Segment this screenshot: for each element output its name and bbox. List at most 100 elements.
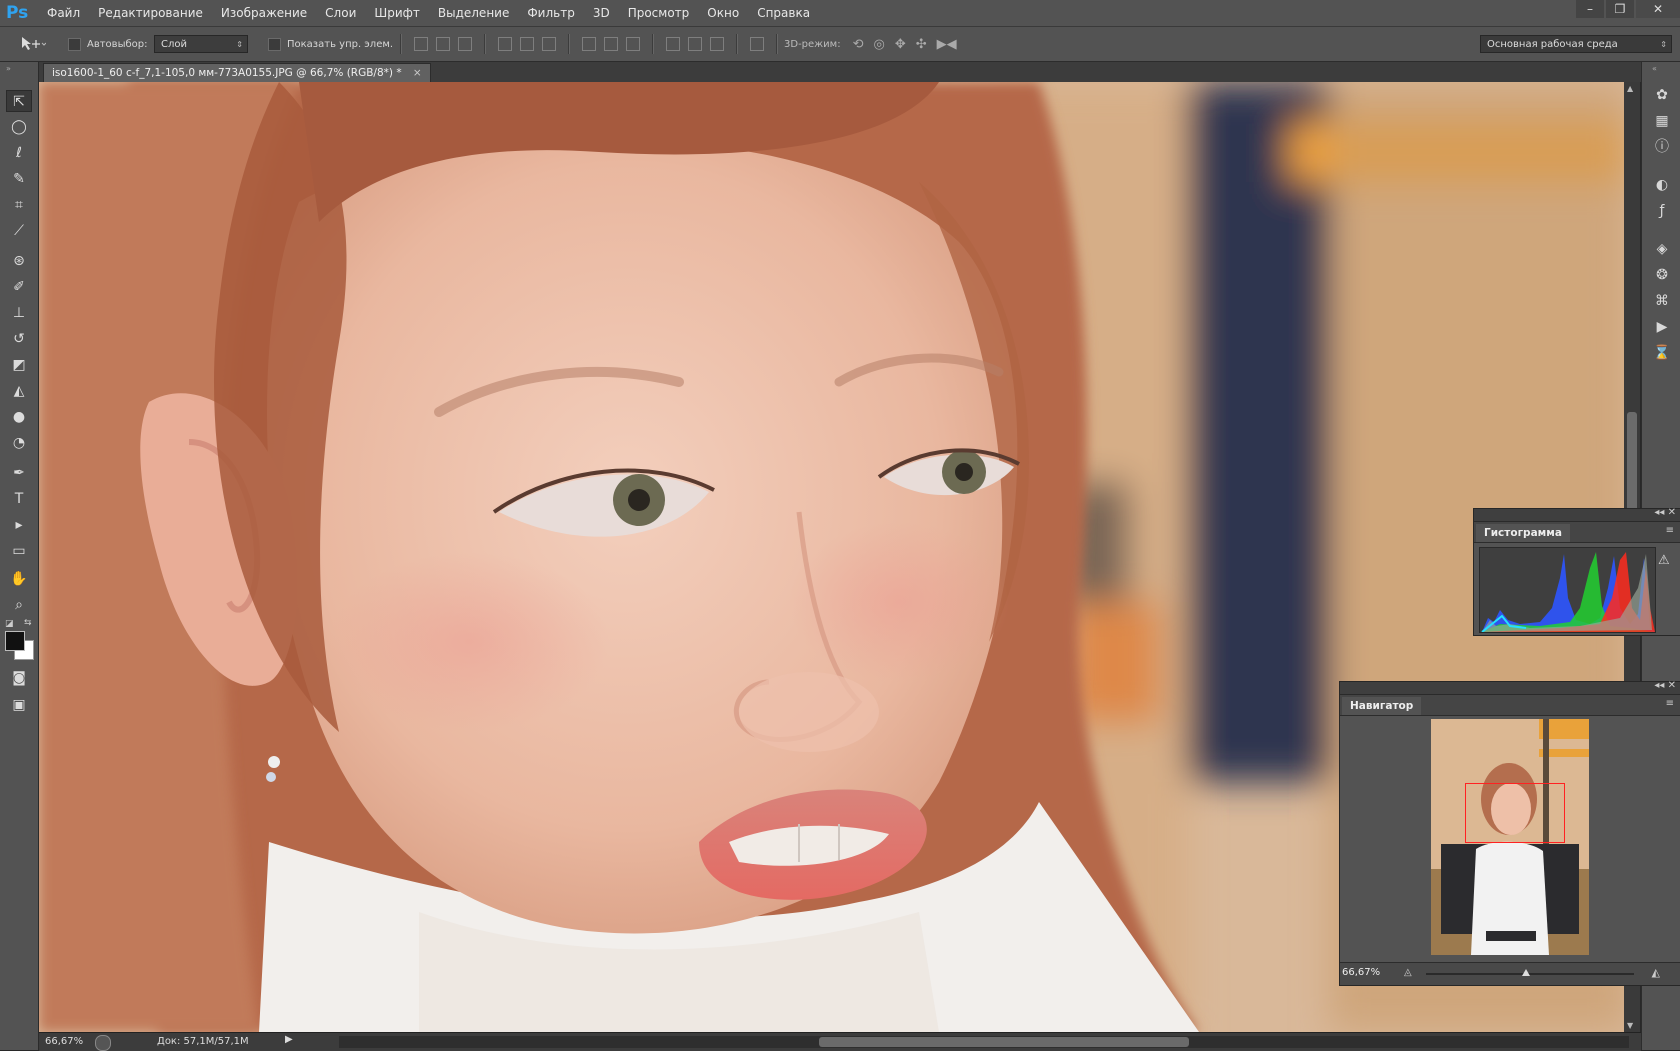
tool-lasso[interactable]: ℓ <box>6 142 32 164</box>
navigator-zoom-slider[interactable] <box>1426 969 1634 976</box>
navigator-view-box[interactable] <box>1465 783 1565 843</box>
menu-file[interactable]: Файл <box>38 0 89 26</box>
dock-swatches[interactable]: ▦ <box>1651 110 1673 132</box>
panel-titlebar[interactable]: ◂◂ ✕ <box>1340 680 1680 695</box>
align-top-icon[interactable] <box>414 37 428 51</box>
menu-filter[interactable]: Фильтр <box>518 0 583 26</box>
foreground-color-swatch[interactable] <box>5 631 25 651</box>
align-right-icon[interactable] <box>542 37 556 51</box>
panel-menu-icon[interactable]: ≡ <box>1666 698 1674 709</box>
dock-paths[interactable]: ⌘ <box>1651 290 1673 312</box>
distribute-bottom-icon[interactable] <box>626 37 640 51</box>
tool-move[interactable]: ⇱ <box>6 90 32 112</box>
distribute-top-icon[interactable] <box>582 37 596 51</box>
tool-brush[interactable]: ✐ <box>6 276 32 298</box>
navigator-tab[interactable]: Навигатор <box>1342 697 1422 715</box>
autoselect-checkbox[interactable] <box>68 37 81 51</box>
horizontal-scrollbar[interactable] <box>339 1036 1629 1048</box>
tool-dodge[interactable]: ◔ <box>6 432 32 454</box>
menu-type[interactable]: Шрифт <box>365 0 429 26</box>
align-vcenter-icon[interactable] <box>436 37 450 51</box>
show-controls-checkbox[interactable] <box>268 37 281 51</box>
distribute-vcenter-icon[interactable] <box>604 37 618 51</box>
tool-hand[interactable]: ✋ <box>6 568 32 590</box>
swap-colors-icon[interactable]: ⇆ <box>24 618 32 628</box>
panel-collapse-icon[interactable]: ◂◂ ✕ <box>1654 507 1676 518</box>
menu-image[interactable]: Изображение <box>212 0 316 26</box>
screen-mode-button[interactable]: ▣ <box>6 694 32 716</box>
tool-preset-picker[interactable] <box>20 27 46 61</box>
align-hcenter-icon[interactable] <box>520 37 534 51</box>
close-tab-icon[interactable]: × <box>413 67 422 79</box>
distribute-hcenter-icon[interactable] <box>688 37 702 51</box>
tool-clone-stamp[interactable]: ⊥ <box>6 302 32 324</box>
align-left-icon[interactable] <box>498 37 512 51</box>
tool-paint-bucket[interactable]: ◭ <box>6 380 32 402</box>
scroll-up-icon[interactable]: ▲ <box>1627 84 1633 93</box>
quick-mask-button[interactable]: ◙ <box>6 667 32 689</box>
dock-info[interactable]: ⓘ <box>1651 136 1673 158</box>
zoom-out-icon[interactable]: ◬ <box>1404 967 1412 978</box>
zoom-in-icon[interactable]: ◭ <box>1652 966 1660 979</box>
tool-crop[interactable]: ⌗ <box>6 194 32 216</box>
3d-pan-icon[interactable]: ✥ <box>895 37 906 52</box>
distribute-left-icon[interactable] <box>666 37 680 51</box>
tool-blur[interactable]: ● <box>6 406 32 428</box>
status-menu-arrow-icon[interactable]: ▶ <box>285 1034 293 1045</box>
menu-select[interactable]: Выделение <box>429 0 518 26</box>
panel-collapse-icon[interactable]: ◂◂ ✕ <box>1654 680 1676 691</box>
navigator-zoom-field[interactable]: 66,67% <box>1342 965 1394 981</box>
expand-panels-icon[interactable]: « <box>1652 64 1657 73</box>
auto-align-icon[interactable] <box>750 37 764 51</box>
dock-color[interactable]: ✿ <box>1651 84 1673 106</box>
distribute-right-icon[interactable] <box>710 37 724 51</box>
menu-3d[interactable]: 3D <box>584 0 619 26</box>
menu-view[interactable]: Просмотр <box>619 0 699 26</box>
dock-actions[interactable]: ▶ <box>1651 316 1673 338</box>
3d-slide-icon[interactable]: ✣ <box>916 37 927 52</box>
tool-eraser[interactable]: ◩ <box>6 354 32 376</box>
status-options-icon[interactable] <box>95 1035 111 1051</box>
tool-type[interactable]: T <box>6 488 32 510</box>
tool-path-select[interactable]: ▸ <box>6 514 32 536</box>
dock-history[interactable]: ⌛ <box>1651 342 1673 364</box>
tool-pen[interactable]: ✒ <box>6 462 32 484</box>
menu-help[interactable]: Справка <box>748 0 819 26</box>
panel-menu-icon[interactable]: ≡ <box>1666 525 1674 536</box>
tool-zoom[interactable]: ⌕ <box>6 594 32 616</box>
autoselect-target-dropdown[interactable]: Слой ⇕ <box>154 35 248 53</box>
3d-scale-icon[interactable]: ▶◀ <box>937 37 957 52</box>
menu-edit[interactable]: Редактирование <box>89 0 212 26</box>
minimize-button[interactable]: – <box>1576 0 1604 18</box>
warning-icon[interactable]: ⚠ <box>1658 553 1672 568</box>
tool-rect-marquee[interactable]: ◯ <box>6 116 32 138</box>
workspace-dropdown[interactable]: Основная рабочая среда ⇕ <box>1480 35 1672 53</box>
3d-roll-icon[interactable]: ◎ <box>874 37 885 52</box>
default-colors-icon[interactable]: ◪ <box>5 619 14 629</box>
menu-layers[interactable]: Слои <box>316 0 365 26</box>
panel-titlebar[interactable]: ◂◂ ✕ <box>1474 507 1680 522</box>
restore-button[interactable]: ❐ <box>1606 0 1634 18</box>
dock-channels[interactable]: ❂ <box>1651 264 1673 286</box>
dock-layers[interactable]: ◈ <box>1651 238 1673 260</box>
tool-history-brush[interactable]: ↺ <box>6 328 32 350</box>
close-window-button[interactable]: ✕ <box>1636 0 1680 18</box>
tool-rectangle[interactable]: ▭ <box>6 540 32 562</box>
align-bottom-icon[interactable] <box>458 37 472 51</box>
dock-styles[interactable]: ƒ <box>1651 200 1673 222</box>
collapse-tools-icon[interactable]: » <box>6 64 11 73</box>
tool-quick-select[interactable]: ✎ <box>6 168 32 190</box>
menu-window[interactable]: Окно <box>698 0 748 26</box>
horizontal-scroll-thumb[interactable] <box>819 1037 1189 1047</box>
zoom-slider-knob[interactable] <box>1522 969 1530 976</box>
navigator-thumbnail[interactable] <box>1431 719 1589 955</box>
dock-adjustments[interactable]: ◐ <box>1651 174 1673 196</box>
navigator-panel: ◂◂ ✕ Навигатор ≡ 66,67% ◬ ◭ <box>1339 680 1680 986</box>
tool-eyedropper[interactable]: ⟋ <box>6 220 32 242</box>
tool-spot-heal[interactable]: ⊛ <box>6 250 32 272</box>
document-tab[interactable]: iso1600-1_60 c-f_7,1-105,0 мм-773A0155.J… <box>43 63 431 83</box>
status-zoom[interactable]: 66,67% <box>45 1033 83 1051</box>
3d-rotate-icon[interactable]: ⟲ <box>853 37 864 52</box>
scroll-down-icon[interactable]: ▼ <box>1627 1021 1633 1030</box>
histogram-tab[interactable]: Гистограмма <box>1476 524 1570 542</box>
